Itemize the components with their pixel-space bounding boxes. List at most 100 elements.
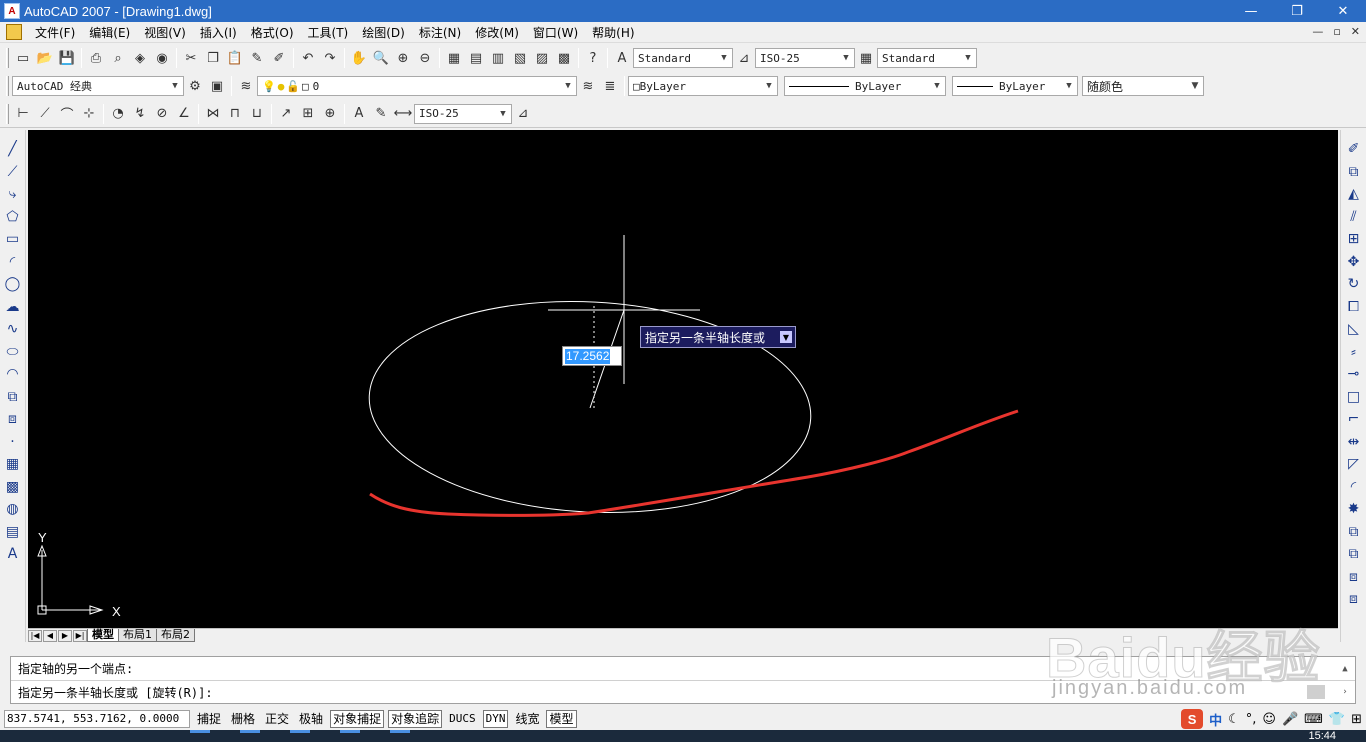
polyline-icon[interactable]: ⤷ [2, 183, 24, 205]
osnap-toggle[interactable]: 对象捕捉 [330, 710, 385, 728]
layer-select[interactable]: 💡 ● 🔓 □ 0 ▼ [257, 76, 577, 96]
command-window[interactable]: 指定轴的另一个端点: 指定另一条半轴长度或 [旋转(R)]: ▲ › [10, 656, 1356, 704]
emoji-icon[interactable]: ☺ [1262, 712, 1276, 727]
sheet-set-icon[interactable]: ▧ [509, 47, 531, 69]
offset-icon[interactable]: ⫽ [1343, 206, 1365, 228]
bring-front-icon[interactable]: ⧉ [1343, 521, 1365, 543]
properties-icon[interactable]: ▦ [443, 47, 465, 69]
keyboard-icon[interactable]: ⌨ [1304, 712, 1323, 727]
scroll-right-icon[interactable]: › [1342, 687, 1347, 697]
command-scrollbar[interactable]: ▲ › [1335, 657, 1355, 703]
linear-dim-icon[interactable]: ⊢ [12, 103, 34, 125]
tool-palettes-icon[interactable]: ▥ [487, 47, 509, 69]
scroll-up-icon[interactable]: ▲ [1342, 664, 1347, 674]
save-icon[interactable]: 💾 [56, 47, 78, 69]
last-tab-icon[interactable]: ▶| [73, 629, 87, 642]
dim-style-manager-icon[interactable]: ⊿ [512, 103, 534, 125]
menu-tools[interactable]: 工具(T) [301, 24, 356, 41]
new-icon[interactable]: ▭ [12, 47, 34, 69]
trim-icon[interactable]: ⸗ [1343, 341, 1365, 363]
ime-mode[interactable]: 中 [1209, 710, 1222, 729]
send-under-icon[interactable]: ⧈ [1343, 588, 1365, 610]
taskbar-app[interactable] [240, 730, 260, 742]
workspace-save-icon[interactable]: ▣ [206, 75, 228, 97]
grid-toggle[interactable]: 栅格 [228, 710, 258, 728]
document-icon[interactable] [6, 24, 22, 40]
stretch-icon[interactable]: ◺ [1343, 318, 1365, 340]
hatch-icon[interactable]: ▦ [2, 453, 24, 475]
ordinate-dim-icon[interactable]: ⊹ [78, 103, 100, 125]
quick-dim-icon[interactable]: ⋈ [202, 103, 224, 125]
command-prompt-line[interactable]: 指定另一条半轴长度或 [旋转(R)]: [11, 681, 1355, 705]
continue-dim-icon[interactable]: ⊔ [246, 103, 268, 125]
polygon-icon[interactable]: ⬠ [2, 206, 24, 228]
dim-update-icon[interactable]: ⟷ [392, 103, 414, 125]
leader-icon[interactable]: ↗ [275, 103, 297, 125]
redo-icon[interactable]: ↷ [319, 47, 341, 69]
tab-layout1[interactable]: 布局1 [118, 629, 157, 642]
drawing-canvas[interactable]: Y X 指定另一条半轴长度或 ▼ 17.2562 [28, 130, 1338, 628]
construction-line-icon[interactable]: ⟋ [2, 161, 24, 183]
angular-dim-icon[interactable]: ∠ [173, 103, 195, 125]
break-icon[interactable]: ⌐ [1343, 408, 1365, 430]
zoom-previous-icon[interactable]: ⊖ [414, 47, 436, 69]
break-at-point-icon[interactable]: □ [1343, 386, 1365, 408]
print-icon[interactable]: ⎙ [85, 47, 107, 69]
menu-dimension[interactable]: 标注(N) [412, 24, 468, 41]
dyn-toggle[interactable]: DYN [482, 710, 509, 728]
gradient-icon[interactable]: ▩ [2, 476, 24, 498]
rectangle-icon[interactable]: ▭ [2, 228, 24, 250]
taskbar-app[interactable] [390, 730, 410, 742]
calculator-icon[interactable]: ▩ [553, 47, 575, 69]
bring-above-icon[interactable]: ⧈ [1343, 566, 1365, 588]
explode-icon[interactable]: ✸ [1343, 498, 1365, 520]
punctuation-icon[interactable]: °, [1246, 712, 1257, 727]
multiline-text-icon[interactable]: A [2, 543, 24, 565]
linetype-select[interactable]: ByLayer ▼ [784, 76, 946, 96]
taskbar-clock[interactable]: 15:44 [1308, 730, 1336, 742]
close-button[interactable]: ✕ [1320, 0, 1366, 22]
model-toggle[interactable]: 模型 [546, 710, 577, 728]
extend-icon[interactable]: ⊸ [1343, 363, 1365, 385]
color-select[interactable]: □ ByLayer ▼ [628, 76, 778, 96]
text-style-select[interactable]: Standard ▼ [633, 48, 733, 68]
autocad-icon[interactable]: A [4, 3, 20, 19]
shirt-icon[interactable]: 👕 [1329, 712, 1345, 727]
insert-block-icon[interactable]: ⧉ [2, 386, 24, 408]
diameter-dim-icon[interactable]: ⊘ [151, 103, 173, 125]
otrack-toggle[interactable]: 对象追踪 [388, 710, 443, 728]
command-scroll-thumb[interactable] [1307, 685, 1325, 699]
aligned-dim-icon[interactable]: ⟋ [34, 103, 56, 125]
plot-style-select[interactable]: 随颜色 ▼ [1082, 76, 1204, 96]
toolbar-grip[interactable] [6, 48, 9, 68]
toolbar-grip[interactable] [6, 103, 9, 124]
menu-draw[interactable]: 绘图(D) [355, 24, 412, 41]
fillet-icon[interactable]: ◜ [1343, 476, 1365, 498]
workspace-settings-icon[interactable]: ⚙ [184, 75, 206, 97]
mic-icon[interactable]: 🎤 [1282, 712, 1298, 727]
snap-toggle[interactable]: 捕捉 [194, 710, 224, 728]
make-block-icon[interactable]: ⧈ [2, 408, 24, 430]
markup-icon[interactable]: ▨ [531, 47, 553, 69]
coordinate-readout[interactable]: 837.5741, 553.7162, 0.0000 [4, 710, 190, 728]
baseline-dim-icon[interactable]: ⊓ [224, 103, 246, 125]
restore-button[interactable]: ❐ [1274, 0, 1320, 22]
zoom-realtime-icon[interactable]: 🔍 [370, 47, 392, 69]
ellipse-icon[interactable]: ⬭ [2, 341, 24, 363]
jogged-dim-icon[interactable]: ↯ [129, 103, 151, 125]
revision-cloud-icon[interactable]: ☁ [2, 296, 24, 318]
menu-window[interactable]: 窗口(W) [526, 24, 585, 41]
next-tab-icon[interactable]: ▶ [58, 629, 72, 642]
dim-edit-icon[interactable]: A [348, 103, 370, 125]
red-spline[interactable] [369, 409, 1019, 517]
ellipse-arc-icon[interactable]: ◠ [2, 363, 24, 385]
arc-length-icon[interactable]: ⌒ [56, 103, 78, 125]
mirror-icon[interactable]: ◭ [1343, 183, 1365, 205]
scale-icon[interactable]: ⧠ [1343, 296, 1365, 318]
pan-icon[interactable]: ✋ [348, 47, 370, 69]
mdi-restore-button[interactable]: ▫ [1333, 25, 1340, 38]
table-icon[interactable]: ▤ [2, 521, 24, 543]
block-editor-icon[interactable]: ✐ [268, 47, 290, 69]
match-properties-icon[interactable]: ✎ [246, 47, 268, 69]
menu-view[interactable]: 视图(V) [137, 24, 193, 41]
